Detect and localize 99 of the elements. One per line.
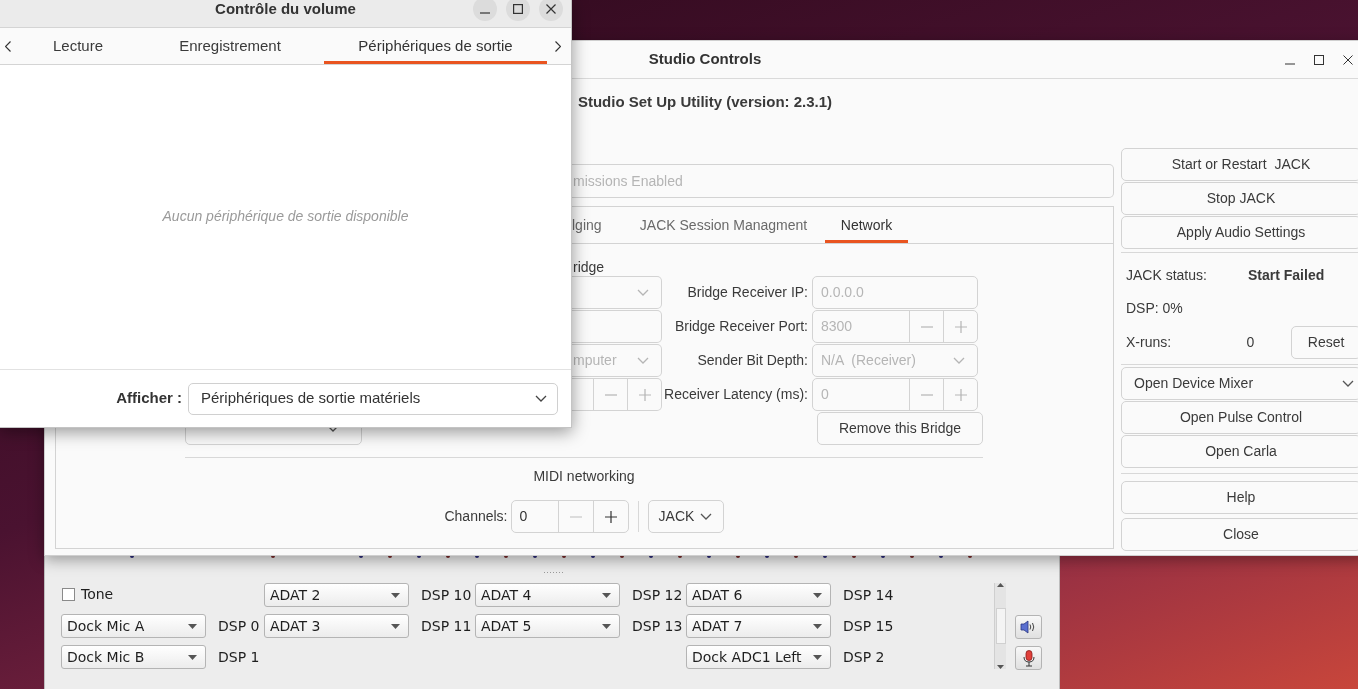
maximize-icon xyxy=(513,4,523,14)
xruns-value: 0 xyxy=(1246,332,1256,352)
filter-label: Afficher : xyxy=(116,388,182,409)
combo-box[interactable]: ADAT 3 xyxy=(264,614,409,638)
minus-icon xyxy=(920,393,933,396)
window-title: Contrôle du volume xyxy=(215,0,356,20)
combo-box[interactable]: ADAT 5 xyxy=(475,614,620,638)
checkbox-label: Tone xyxy=(81,585,114,604)
maximize-button[interactable] xyxy=(506,0,530,21)
status-field: missions Enabled xyxy=(572,164,1114,198)
chevron-down-icon xyxy=(1342,380,1354,387)
tab[interactable]: Network xyxy=(825,207,908,243)
minus-icon xyxy=(604,393,617,396)
xruns-label: X-runs: xyxy=(1126,332,1173,352)
microphone-button[interactable] xyxy=(1015,646,1042,670)
dropdown[interactable]: Périphériques de sortie matériels xyxy=(188,382,558,415)
chevron-left-icon xyxy=(5,40,11,52)
backend-dropdown[interactable]: JACK xyxy=(647,500,724,533)
action-button[interactable]: Open Pulse Control xyxy=(1121,401,1358,434)
plus-icon xyxy=(638,388,651,401)
maximize-icon[interactable] xyxy=(1314,55,1324,65)
channel-label: DSP 2 xyxy=(842,648,885,667)
field-label: Receiver Latency (ms): xyxy=(664,385,808,404)
minimize-icon xyxy=(480,12,490,14)
dropdown-arrow-icon xyxy=(188,623,197,629)
dropdown-arrow-icon xyxy=(602,623,611,629)
chevron-down-icon xyxy=(637,289,649,296)
field-label: Bridge Receiver Port: xyxy=(674,317,808,336)
plus-icon xyxy=(954,388,967,401)
dropdown-arrow-icon xyxy=(813,623,822,629)
dropdown-arrow-icon xyxy=(391,623,400,629)
minus-icon xyxy=(920,325,933,328)
reset-button[interactable]: Reset xyxy=(1291,325,1358,359)
scroll-down-icon[interactable] xyxy=(997,665,1004,669)
chevron-down-icon xyxy=(535,395,547,402)
channel-label: DSP 11 xyxy=(420,617,472,636)
dropdown-arrow-icon xyxy=(813,654,822,660)
tab[interactable]: JACK Session Managment xyxy=(622,207,825,243)
chevron-down-icon xyxy=(700,513,713,520)
close-button[interactable]: Close xyxy=(1121,518,1358,551)
plus-icon xyxy=(604,510,617,523)
tab[interactable]: Lecture xyxy=(16,28,140,64)
empty-message: Aucun périphérique de sortie disponible xyxy=(162,206,409,226)
combo-box[interactable]: ADAT 7 xyxy=(686,614,831,638)
grip-handle-icon[interactable] xyxy=(544,571,564,574)
app-heading: Studio Set Up Utility (version: 2.3.1) xyxy=(577,92,833,109)
microphone-icon xyxy=(1022,649,1035,667)
dropdown[interactable]: Open Device Mixer xyxy=(1121,367,1358,400)
speaker-button[interactable] xyxy=(1015,615,1042,639)
channel-label: DSP 14 xyxy=(842,586,894,605)
input-field[interactable] xyxy=(572,310,662,343)
dropdown-arrow-icon xyxy=(602,592,611,598)
channel-label: DSP 0 xyxy=(217,617,260,636)
channel-label: DSP 1 xyxy=(217,648,260,667)
chevron-down-icon xyxy=(637,357,649,364)
status-value: Start Failed xyxy=(1248,265,1325,285)
minimize-button[interactable] xyxy=(473,0,497,21)
chevron-right-icon xyxy=(555,40,561,52)
tab[interactable]: Périphériques de sortie xyxy=(324,28,547,64)
tab[interactable]: Enregistrement xyxy=(140,28,320,64)
tab[interactable]: lging xyxy=(572,207,622,243)
channel-label: DSP 15 xyxy=(842,617,894,636)
help-button[interactable]: Help xyxy=(1121,481,1358,514)
close-button[interactable] xyxy=(539,0,563,21)
close-icon xyxy=(546,4,556,14)
dsp-load-label: DSP: 0% xyxy=(1126,298,1183,318)
scrollbar[interactable] xyxy=(994,583,1006,669)
dropdown-arrow-icon xyxy=(188,654,197,660)
remove-bridge-button[interactable]: Remove this Bridge xyxy=(817,412,983,445)
action-button[interactable]: Start or Restart JACK xyxy=(1121,148,1358,181)
combo-box[interactable]: Dock ADC1 Left xyxy=(686,645,831,669)
window-title: Studio Controls xyxy=(648,49,762,70)
channel-label: DSP 12 xyxy=(631,586,683,605)
scroll-thumb[interactable] xyxy=(995,608,1006,644)
status-label: JACK status: xyxy=(1126,265,1208,285)
dropdown-arrow-icon xyxy=(391,592,400,598)
speaker-icon xyxy=(1020,620,1037,634)
field-label: Channels: xyxy=(444,507,508,526)
combo-box[interactable]: ADAT 6 xyxy=(686,583,831,607)
section-label: ridge xyxy=(573,258,606,276)
chevron-down-icon xyxy=(953,357,965,364)
combo-box[interactable]: ADAT 2 xyxy=(264,583,409,607)
combo-box[interactable]: ADAT 4 xyxy=(475,583,620,607)
scroll-up-icon[interactable] xyxy=(997,583,1004,587)
dropdown-arrow-icon xyxy=(813,592,822,598)
action-button[interactable]: Apply Audio Settings xyxy=(1121,216,1358,249)
checkbox[interactable] xyxy=(62,588,75,601)
close-icon[interactable] xyxy=(1343,55,1353,65)
section-label: MIDI networking xyxy=(533,467,635,484)
combo-box[interactable]: Dock Mic B xyxy=(61,645,206,669)
plus-icon xyxy=(954,320,967,333)
field-label: Bridge Receiver IP: xyxy=(687,283,808,302)
field-label: Sender Bit Depth: xyxy=(697,351,808,370)
action-button[interactable]: Stop JACK xyxy=(1121,182,1358,215)
channel-label: DSP 13 xyxy=(631,617,683,636)
channel-label: DSP 10 xyxy=(420,586,472,605)
action-button[interactable]: Open Carla xyxy=(1121,435,1358,468)
combo-box[interactable]: Dock Mic A xyxy=(61,614,206,638)
spin-field[interactable]: 0 xyxy=(510,500,629,533)
